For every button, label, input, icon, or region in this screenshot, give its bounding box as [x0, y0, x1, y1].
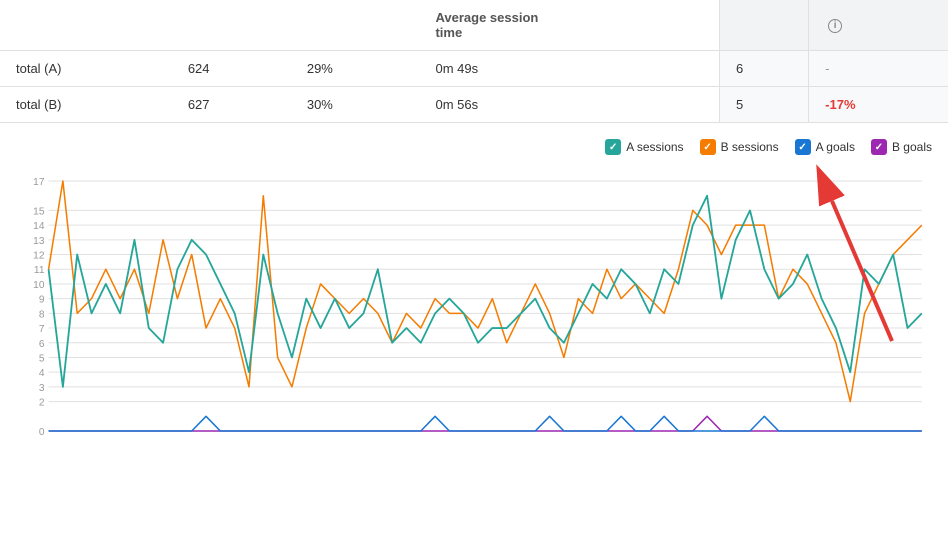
- goal-cell: 6: [719, 51, 808, 87]
- variant-cell: total (B): [0, 87, 172, 123]
- svg-text:4: 4: [39, 368, 45, 379]
- svg-text:8: 8: [39, 309, 45, 320]
- legend-check-icon: ✓: [871, 139, 887, 155]
- legend-check-icon: ✓: [795, 139, 811, 155]
- chart-legend: ✓ A sessions ✓ B sessions ✓ A goals ✓ B …: [605, 139, 932, 155]
- sessions-count-header: [172, 0, 291, 51]
- svg-text:2: 2: [39, 398, 45, 409]
- svg-text:5: 5: [39, 354, 45, 365]
- svg-text:6: 6: [39, 339, 45, 350]
- svg-text:15: 15: [33, 206, 45, 217]
- improvement-cell: -17%: [809, 87, 948, 123]
- svg-text:9: 9: [39, 295, 45, 306]
- svg-text:3: 3: [39, 383, 45, 394]
- legend-item[interactable]: ✓ A goals: [795, 139, 855, 155]
- improvement-cell: -: [809, 51, 948, 87]
- scrolls-header: [291, 0, 420, 51]
- improvement-dash: -: [825, 61, 829, 76]
- ab-test-table: Average sessiontime i total (A) 624 29% …: [0, 0, 948, 123]
- scrolls-cell: 30%: [291, 87, 420, 123]
- svg-text:12: 12: [33, 251, 45, 262]
- variants-header: [0, 0, 172, 51]
- sessions-cell: 627: [172, 87, 291, 123]
- legend-label: A goals: [816, 140, 855, 154]
- legend-label: B sessions: [721, 140, 779, 154]
- legend-item[interactable]: ✓ B goals: [871, 139, 932, 155]
- goal-cell: 5: [719, 87, 808, 123]
- scrolls-cell: 29%: [291, 51, 420, 87]
- improvement-value: -17%: [825, 97, 855, 112]
- avg-time-cell: 0m 49s: [419, 51, 719, 87]
- legend-item[interactable]: ✓ A sessions: [605, 139, 683, 155]
- chart-container: 0 2 3 4 5 6 7 8 9 10 11 12 13 14 15 17: [16, 171, 932, 451]
- sessions-chart: 0 2 3 4 5 6 7 8 9 10 11 12 13 14 15 17: [16, 171, 932, 451]
- svg-text:11: 11: [34, 265, 45, 276]
- legend-label: A sessions: [626, 140, 683, 154]
- improvement-header: i: [809, 0, 948, 51]
- sessions-cell: 624: [172, 51, 291, 87]
- svg-text:17: 17: [33, 177, 45, 188]
- legend-check-icon: ✓: [605, 139, 621, 155]
- chart-section: ✓ A sessions ✓ B sessions ✓ A goals ✓ B …: [0, 123, 948, 459]
- legend-check-icon: ✓: [700, 139, 716, 155]
- svg-text:7: 7: [39, 324, 45, 335]
- goal-url-header: [719, 0, 808, 51]
- improvement-info-icon[interactable]: i: [828, 19, 842, 33]
- table-row: total (B) 627 30% 0m 56s 5 -17%: [0, 87, 948, 123]
- avg-time-cell: 0m 56s: [419, 87, 719, 123]
- variant-cell: total (A): [0, 51, 172, 87]
- legend-label: B goals: [892, 140, 932, 154]
- svg-text:10: 10: [33, 280, 45, 291]
- svg-text:0: 0: [39, 427, 45, 438]
- legend-item[interactable]: ✓ B sessions: [700, 139, 779, 155]
- svg-text:14: 14: [33, 221, 45, 232]
- svg-text:13: 13: [33, 236, 45, 247]
- table-row: total (A) 624 29% 0m 49s 6 -: [0, 51, 948, 87]
- avg-session-header: Average sessiontime: [419, 0, 719, 51]
